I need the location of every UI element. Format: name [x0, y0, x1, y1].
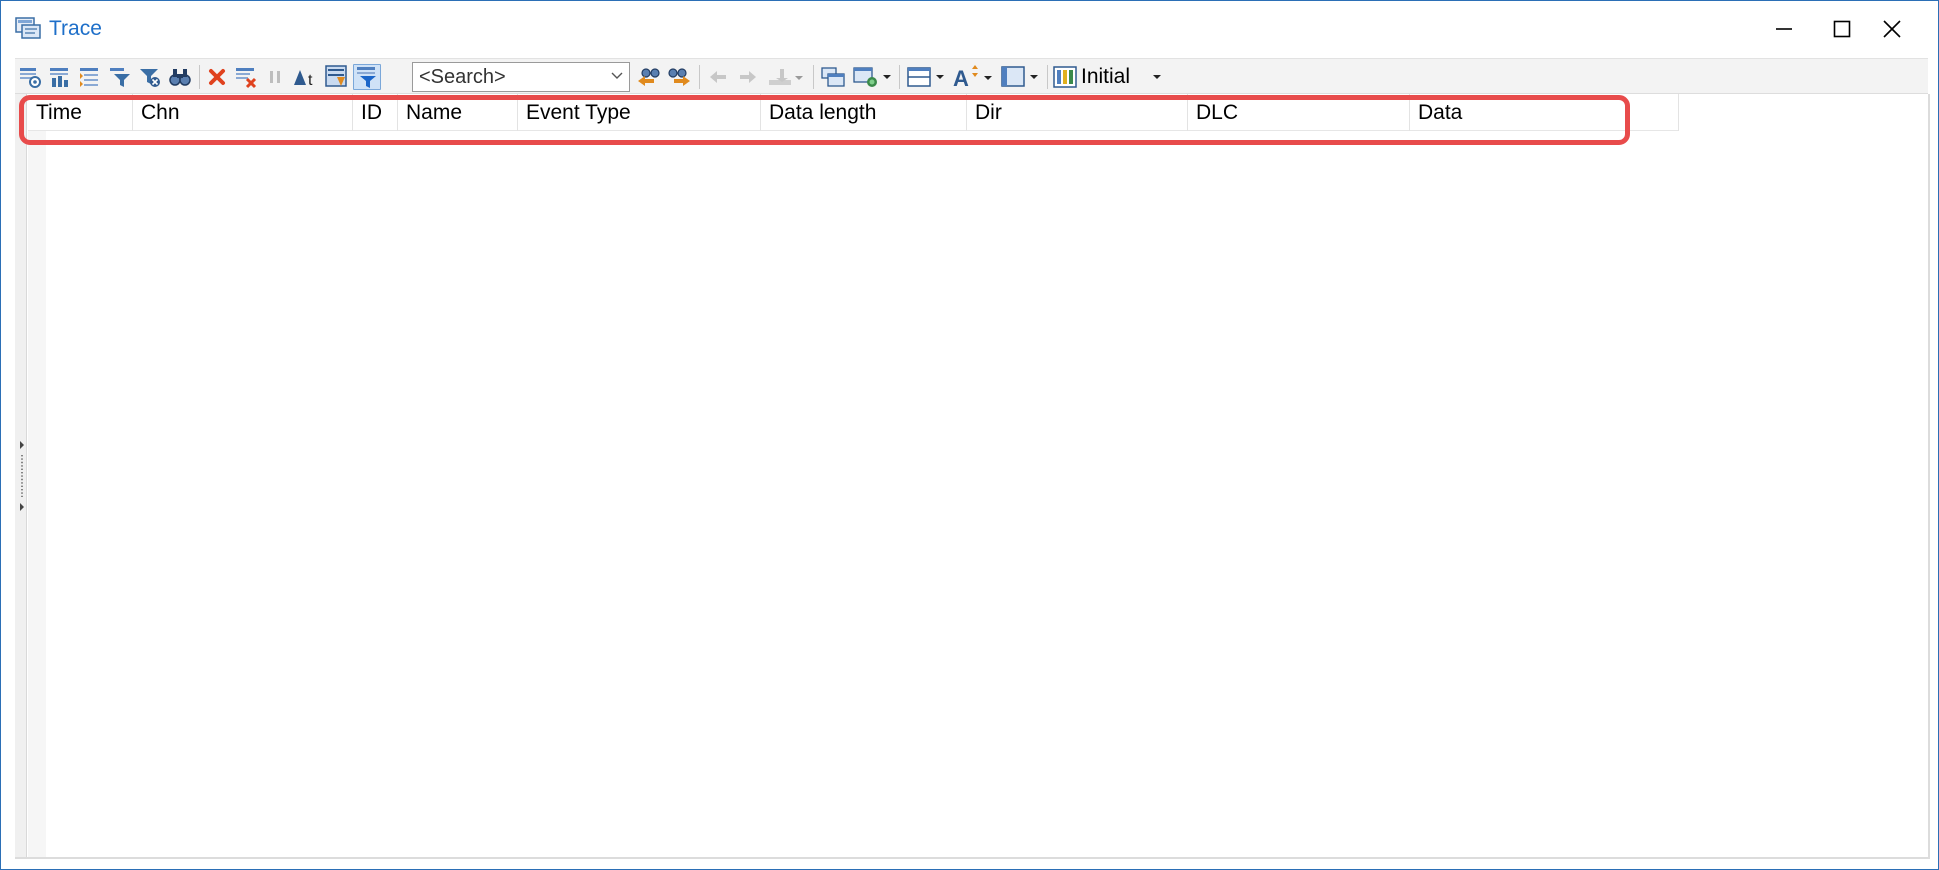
column-header-dir[interactable]: Dir [967, 94, 1188, 131]
scroll-icon [325, 65, 347, 87]
filter-remove-button[interactable] [137, 64, 163, 90]
find-button[interactable] [167, 64, 193, 90]
trace-window: Trace t <Search> A Initial Time Chn ID N… [0, 0, 1939, 870]
filter-icon [110, 68, 130, 87]
column-layout-button[interactable] [819, 64, 847, 90]
close-icon [1883, 20, 1901, 38]
toolbar-separator [199, 65, 200, 89]
layout-button[interactable] [1051, 64, 1079, 90]
trace-settings-button[interactable] [17, 64, 43, 90]
trace-window-icon [15, 16, 41, 40]
statistics-button[interactable] [47, 64, 73, 90]
grid-right-border [1928, 94, 1930, 857]
scroll-button[interactable] [323, 64, 351, 90]
layout-label[interactable]: Initial [1081, 64, 1130, 90]
split-view-icon [907, 67, 944, 87]
layout-icon [1053, 66, 1077, 88]
chevron-down-icon [1153, 75, 1161, 79]
trace-column-header: Time Chn ID Name Event Type Data length … [28, 94, 1679, 131]
nav-forward-button[interactable] [735, 64, 761, 90]
close-button[interactable] [1863, 7, 1921, 51]
chevron-down-icon[interactable] [611, 72, 623, 80]
column-header-chn[interactable]: Chn [133, 94, 353, 131]
clear-filter-icon [236, 68, 257, 89]
font-size-icon: A [953, 65, 992, 90]
column-header-id[interactable]: ID [353, 94, 398, 131]
clear-button[interactable] [205, 64, 229, 90]
find-previous-button[interactable] [635, 64, 663, 90]
splitter-grip-icon[interactable] [19, 441, 25, 513]
find-previous-icon [638, 68, 660, 86]
column-header-data-length[interactable]: Data length [761, 94, 967, 131]
layout-dropdown-arrow[interactable] [1149, 64, 1165, 90]
trace-settings-icon [20, 68, 41, 88]
find-icon [169, 69, 191, 86]
display-mode-dropdown[interactable] [999, 64, 1041, 90]
filter-remove-icon [140, 69, 160, 87]
column-header-name[interactable]: Name [398, 94, 518, 131]
filter-active-icon [357, 67, 376, 88]
toolbar-separator [813, 65, 814, 89]
clear-filter-button[interactable] [233, 64, 259, 90]
expand-collapse-icon [80, 68, 98, 87]
filter-button[interactable] [107, 64, 133, 90]
pause-icon [270, 71, 280, 83]
column-header-dlc[interactable]: DLC [1188, 94, 1410, 131]
view-options-dropdown[interactable] [851, 64, 893, 90]
search-input[interactable] [413, 64, 603, 90]
minimize-button[interactable] [1755, 7, 1813, 51]
search-combo[interactable] [412, 62, 630, 92]
marker-dropdown[interactable] [765, 64, 805, 90]
column-header-data[interactable]: Data [1410, 94, 1679, 131]
clear-icon [209, 69, 225, 85]
window-title: Trace [49, 17, 102, 40]
nav-forward-icon [740, 71, 756, 83]
grid-bottom-border [15, 857, 1930, 859]
nav-back-icon [710, 71, 726, 83]
toolbar-separator [899, 65, 900, 89]
statistics-icon [50, 68, 68, 87]
toolbar-separator [699, 65, 700, 89]
view-options-icon [853, 67, 891, 87]
font-size-dropdown[interactable]: A [951, 64, 995, 90]
find-next-button[interactable] [665, 64, 693, 90]
svg-text:A: A [953, 66, 969, 90]
split-view-dropdown[interactable] [905, 64, 947, 90]
title-bar: Trace [1, 1, 1938, 57]
display-mode-icon [1001, 66, 1038, 87]
time-mode-icon: t [294, 70, 313, 89]
time-mode-button[interactable]: t [291, 64, 321, 90]
column-header-event-type[interactable]: Event Type [518, 94, 761, 131]
toolbar-separator [1047, 65, 1048, 89]
column-layout-icon [821, 67, 845, 87]
pause-button[interactable] [263, 64, 287, 90]
row-header-gutter [28, 131, 46, 857]
nav-back-button[interactable] [705, 64, 731, 90]
filter-active-button[interactable] [353, 64, 381, 90]
maximize-icon [1833, 20, 1851, 38]
column-header-time[interactable]: Time [28, 94, 133, 131]
marker-icon [769, 69, 803, 85]
find-next-icon [668, 68, 690, 86]
minimize-icon [1776, 28, 1792, 30]
svg-text:t: t [308, 72, 313, 89]
expand-collapse-button[interactable] [77, 64, 103, 90]
trace-toolbar: t <Search> A Initial [15, 58, 1928, 94]
trace-grid[interactable] [46, 131, 1928, 857]
